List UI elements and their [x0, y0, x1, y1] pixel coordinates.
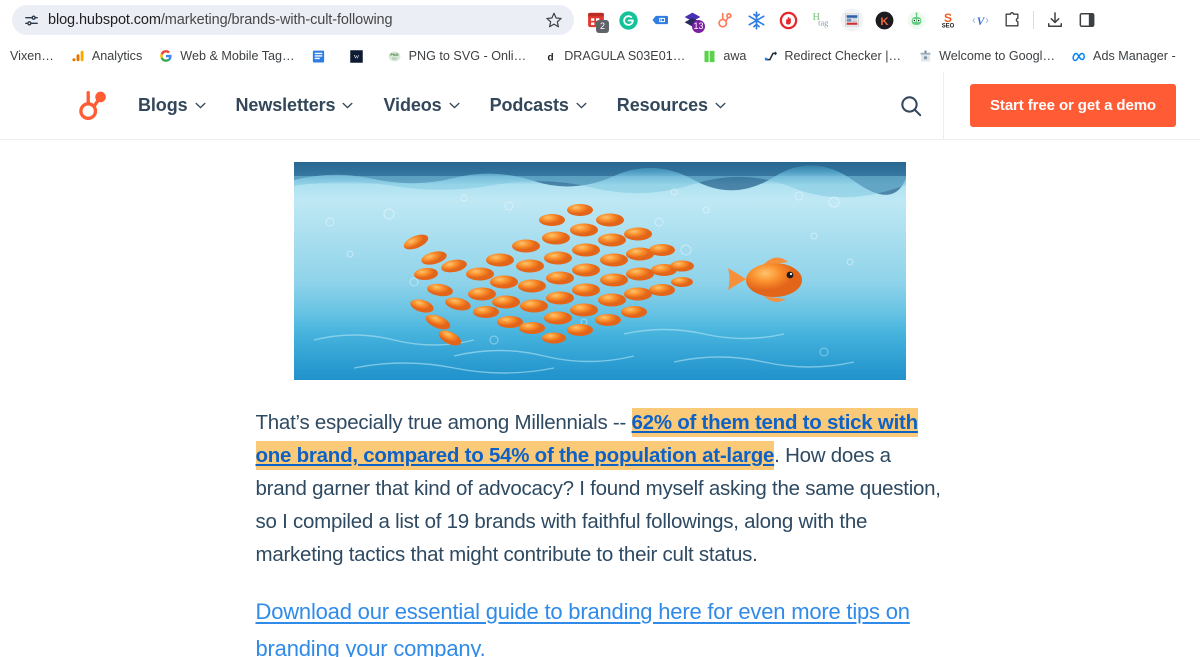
bookmark-label: PNG to SVG - Onli…: [408, 49, 527, 63]
chevron-down-icon: [342, 102, 353, 109]
bookmark-item[interactable]: Vixen…: [0, 43, 62, 69]
bookmark-label: awa: [723, 49, 747, 63]
branding-guide-link[interactable]: Download our essential guide to branding…: [256, 593, 946, 657]
bookmarks-bar: Vixen… Analytics Web & Mobile Tag… W PNG…: [0, 40, 1200, 72]
svg-text:tag: tag: [818, 19, 828, 28]
bookmark-item[interactable]: Ads Manager -: [1063, 43, 1184, 69]
nav-item-blogs[interactable]: Blogs: [138, 95, 206, 116]
browser-chrome: blog.hubspot.com/marketing/brands-with-c…: [0, 0, 1200, 72]
bookmark-item[interactable]: PNG SVG PNG to SVG - Onli…: [379, 43, 535, 69]
google-site-icon: [917, 48, 933, 64]
chevron-down-icon: [576, 102, 587, 109]
layers-extension-icon[interactable]: 13: [676, 4, 708, 36]
bookmark-label: Welcome to Googl…: [939, 49, 1056, 63]
site-navbar: Blogs Newsletters Videos Podcasts Resour…: [0, 72, 1200, 140]
bookmark-label: Analytics: [91, 49, 143, 63]
newspaper-extension-icon[interactable]: [836, 4, 868, 36]
hubspot-sprocket-logo[interactable]: [72, 86, 112, 126]
site-settings-icon[interactable]: [22, 11, 40, 29]
chevron-down-icon: [194, 102, 206, 109]
d-letter-icon: d: [542, 48, 558, 64]
svg-text:V: V: [976, 15, 985, 27]
blue-doc-icon: [311, 48, 327, 64]
nav-item-label: Blogs: [138, 95, 188, 115]
chevron-down-icon: [449, 102, 460, 109]
puzzle-extensions-icon[interactable]: [996, 4, 1028, 36]
generic-bookmark-icon: [0, 48, 4, 64]
svg-text:PNG: PNG: [391, 52, 399, 56]
site-nav-items: Blogs Newsletters Videos Podcasts Resour…: [138, 95, 887, 116]
bookmark-item[interactable]: Redirect Checker |…: [754, 43, 909, 69]
nav-item-newsletters[interactable]: Newsletters: [236, 95, 354, 116]
bookmark-item[interactable]: W: [341, 43, 379, 69]
green-bar-icon: [701, 48, 717, 64]
svg-text:K: K: [880, 15, 889, 27]
k-circle-extension-icon[interactable]: K: [868, 4, 900, 36]
nav-item-resources[interactable]: Resources: [617, 95, 726, 116]
site-search-button[interactable]: [887, 93, 935, 119]
chevron-down-icon: [715, 102, 726, 109]
meta-infinity-icon: [1071, 48, 1087, 64]
nav-item-label: Videos: [383, 95, 442, 115]
htag-extension-icon[interactable]: H tag: [804, 4, 836, 36]
start-free-demo-button[interactable]: Start free or get a demo: [970, 84, 1176, 127]
google-analytics-icon: [70, 48, 86, 64]
side-panel-icon[interactable]: [1071, 4, 1103, 36]
bookmark-item[interactable]: Analytics: [62, 43, 150, 69]
bookmark-label: Vixen…: [10, 49, 54, 63]
blue-tag-extension-icon[interactable]: [644, 4, 676, 36]
paragraph-lead: That’s especially true among Millennials…: [255, 411, 632, 434]
bookmark-item[interactable]: d DRAGULA S03E01…: [534, 43, 693, 69]
grammarly-extension-icon[interactable]: [612, 4, 644, 36]
article-body: That’s especially true among Millennials…: [0, 140, 1200, 657]
bookmark-label: Web & Mobile Tag…: [180, 49, 295, 63]
hero-image: [294, 162, 906, 380]
google-g-icon: [158, 48, 174, 64]
extensions-strip: 2 13 H tag K S SEO V: [574, 4, 1194, 36]
seo-extension-icon[interactable]: S SEO: [932, 4, 964, 36]
svg-text:SVG: SVG: [392, 57, 397, 60]
article-paragraph: That’s especially true among Millennials…: [255, 406, 945, 571]
nav-item-label: Podcasts: [489, 95, 569, 115]
nav-item-label: Resources: [616, 95, 708, 115]
url-path: /marketing/brands-with-cult-following: [160, 12, 393, 28]
hubspot-sprocket-extension-icon[interactable]: [708, 4, 740, 36]
snowflake-extension-icon[interactable]: [740, 4, 772, 36]
bookmark-item[interactable]: [303, 43, 341, 69]
address-bar[interactable]: blog.hubspot.com/marketing/brands-with-c…: [12, 5, 574, 35]
url-domain: blog.hubspot.com: [48, 12, 161, 28]
svg-text:W: W: [354, 54, 360, 60]
bookmark-label: Redirect Checker |…: [784, 49, 902, 63]
nav-item-label: Newsletters: [235, 95, 336, 115]
nav-divider: [943, 72, 945, 140]
bookmark-item[interactable]: Welcome to Googl…: [909, 43, 1063, 69]
extension-badge: 2: [596, 20, 609, 33]
dark-square-icon: W: [349, 48, 365, 64]
robot-extension-icon[interactable]: [900, 4, 932, 36]
page-viewport: Blogs Newsletters Videos Podcasts Resour…: [0, 72, 1200, 657]
article-text-column: That’s especially true among Millennials…: [248, 406, 953, 657]
bookmark-label: Ads Manager -: [1093, 49, 1176, 63]
bookmark-label: DRAGULA S03E01…: [564, 49, 686, 63]
svg-text:SEO: SEO: [942, 23, 955, 29]
search-magnifier-icon: [901, 95, 922, 116]
url-text[interactable]: blog.hubspot.com/marketing/brands-with-c…: [48, 12, 536, 28]
bookmark-item[interactable]: Web & Mobile Tag…: [150, 43, 302, 69]
bookmark-item[interactable]: awa: [693, 43, 754, 69]
browser-toolbar: blog.hubspot.com/marketing/brands-with-c…: [0, 0, 1200, 40]
v-extension-icon[interactable]: V: [964, 4, 996, 36]
calendar-extension-icon[interactable]: 2: [580, 4, 612, 36]
svg-text:d: d: [547, 52, 553, 63]
adblock-hand-extension-icon[interactable]: [772, 4, 804, 36]
nav-item-podcasts[interactable]: Podcasts: [490, 95, 587, 116]
extension-badge: 13: [692, 20, 705, 33]
png-to-svg-icon: PNG SVG: [387, 48, 403, 64]
redirect-checker-icon: [762, 48, 778, 64]
downloads-icon[interactable]: [1039, 4, 1071, 36]
toolbar-divider: [1033, 11, 1034, 29]
nav-item-videos[interactable]: Videos: [383, 95, 460, 116]
bookmark-star-icon[interactable]: [544, 10, 564, 30]
